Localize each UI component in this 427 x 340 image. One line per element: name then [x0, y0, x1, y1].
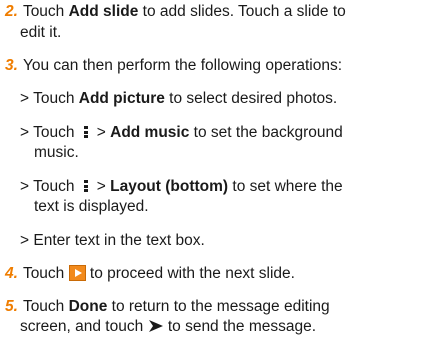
substep-layout-post: to set where the — [228, 178, 343, 195]
step-5-number: 5. — [5, 298, 18, 315]
substep-layout-line-1: > Touch > Layout (bottom) to set where t… — [20, 178, 343, 196]
step-5-line-2-post: to send the message. — [163, 318, 317, 335]
step-5-line-1: 5. Touch Done to return to the message ed… — [5, 298, 330, 316]
step-2-text-pre: Touch — [22, 3, 69, 20]
substep-layout-line-2: text is displayed. — [34, 198, 149, 215]
add-music-label: Add music — [110, 124, 190, 141]
send-icon — [148, 320, 163, 332]
step-5-text-pre: Touch — [22, 298, 69, 315]
menu-dots-icon — [84, 180, 89, 192]
step-3-number: 3. — [5, 57, 18, 74]
substep-add-music-line-1: > Touch > Add music to set the backgroun… — [20, 124, 343, 142]
step-4-text-post: to proceed with the next slide. — [85, 265, 295, 282]
step-4-text-pre: Touch — [22, 265, 69, 282]
done-label: Done — [68, 298, 108, 315]
substep-add-picture-post: to select desired photos. — [164, 90, 338, 107]
substep-add-music-sep: > — [92, 124, 111, 141]
step-4-number: 4. — [5, 265, 18, 282]
substep-add-music-line-2: music. — [34, 144, 79, 161]
step-2-line-1: 2. Touch Add slide to add slides. Touch a… — [5, 3, 346, 21]
step-2-number: 2. — [5, 3, 18, 20]
add-slide-label: Add slide — [68, 3, 139, 20]
substep-enter-text: > Enter text in the text box. — [20, 232, 205, 249]
substep-layout-pre: > Touch — [20, 178, 75, 195]
step-5-line-2-pre: screen, and touch — [20, 318, 148, 335]
substep-add-picture: > Touch Add picture to select desired ph… — [20, 90, 337, 108]
instruction-page: 2. Touch Add slide to add slides. Touch a… — [0, 0, 427, 340]
next-slide-icon — [68, 265, 86, 281]
add-picture-label: Add picture — [78, 90, 165, 107]
substep-add-music-post: to set the background — [189, 124, 343, 141]
layout-bottom-label: Layout (bottom) — [110, 178, 229, 195]
step-5-line-2: screen, and touch to send the message. — [20, 318, 316, 336]
substep-add-picture-pre: > Touch — [20, 90, 79, 107]
menu-dots-icon — [84, 126, 89, 138]
step-2-text-post: to add slides. Touch a slide to — [138, 3, 346, 20]
step-3-text: You can then perform the following opera… — [22, 57, 343, 74]
step-3-line-1: 3. You can then perform the following ope… — [5, 57, 342, 75]
step-2-line-2: edit it. — [20, 24, 62, 41]
step-4-line: 4. Touch to proceed with the next slide. — [5, 265, 295, 283]
substep-layout-sep: > — [92, 178, 111, 195]
step-5-text-post: to return to the message editing — [107, 298, 330, 315]
substep-add-music-pre: > Touch — [20, 124, 75, 141]
